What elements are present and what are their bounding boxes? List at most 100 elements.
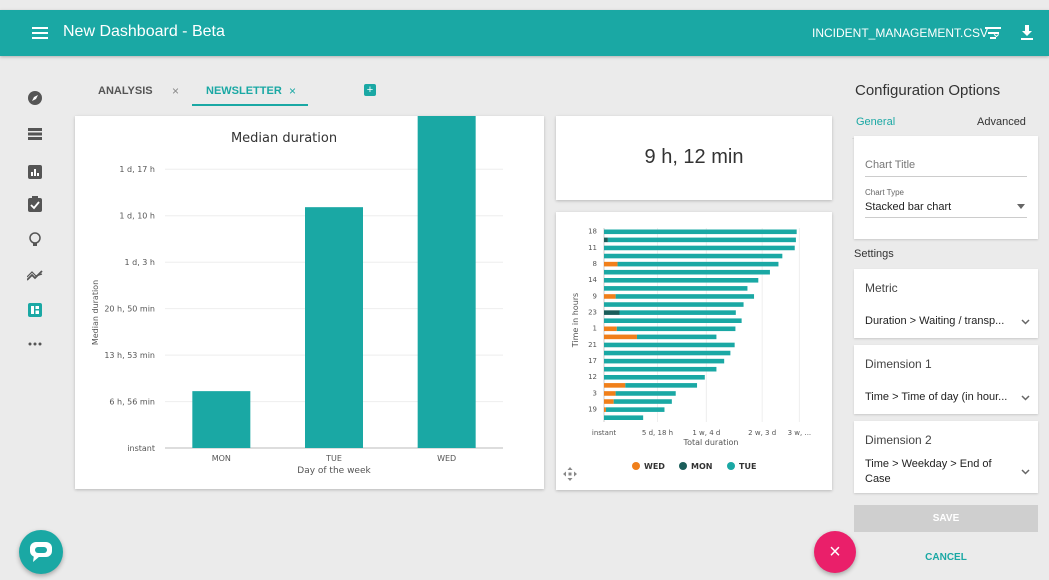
bar-chart-icon[interactable]: [26, 163, 44, 181]
y-tick-label: 21: [588, 341, 597, 349]
bar-segment: [604, 415, 644, 420]
bar-segment: [617, 261, 779, 267]
bar-segment: [604, 310, 620, 315]
total-duration-chart: instant 5 d, 18 h 1 w, 4 d 2 w, 3 d 3 w, ...…: [571, 228, 812, 471]
y-tick-label: 1: [593, 325, 597, 333]
kpi-value: 9 h, 12 min: [644, 146, 744, 168]
filter-icon[interactable]: [985, 27, 1001, 39]
bar-segment: [619, 310, 736, 315]
bar: [192, 391, 251, 448]
metric-card[interactable]: Metric Duration > Waiting / transp...: [854, 269, 1038, 338]
bar-segment: [604, 399, 614, 404]
chart-title-input[interactable]: Chart Title: [865, 159, 915, 171]
clipboard-check-icon[interactable]: [26, 195, 44, 213]
chat-button[interactable]: [19, 530, 63, 574]
save-button[interactable]: SAVE: [854, 505, 1038, 532]
more-icon[interactable]: [26, 335, 44, 353]
bar-segment: [604, 237, 608, 243]
tab-newsletter[interactable]: NEWSLETTER ×: [192, 76, 308, 106]
bar: [417, 39, 476, 449]
y-tick-label: 6 h, 56 min: [109, 398, 155, 407]
file-selector[interactable]: INCIDENT_MANAGEMENT.CSV ⌄: [812, 26, 1001, 40]
x-tick-label: TUE: [325, 454, 342, 463]
y-tick-label: 1 d, 10 h: [119, 212, 155, 221]
total-duration-chart-card: instant 5 d, 18 h 1 w, 4 d 2 w, 3 d 3 w, ...…: [556, 212, 832, 490]
chart-options-card: Chart Title Chart Type Stacked bar chart: [854, 136, 1038, 239]
x-axis-label: Day of the week: [297, 466, 371, 476]
input-underline: [865, 176, 1027, 177]
bar-segment: [605, 407, 665, 412]
chart-type-select[interactable]: Stacked bar chart: [865, 201, 951, 213]
legend-label: MON: [691, 462, 712, 471]
median-duration-chart: Median duration instant 6 h, 56 min 13 h, 5…: [91, 39, 503, 476]
kpi-card: 9 h, 12 min: [556, 116, 832, 200]
bar-segment: [604, 407, 606, 412]
chevron-down-icon: [1021, 395, 1030, 401]
bar-segment: [604, 269, 770, 275]
x-tick-label: WED: [437, 454, 456, 463]
cancel-button[interactable]: CANCEL: [854, 552, 1038, 563]
bar-segment: [615, 391, 676, 396]
dimension-2-card[interactable]: Dimension 2 Time > Weekday > End of Case: [854, 421, 1038, 493]
lightbulb-icon[interactable]: [26, 231, 44, 249]
bar-segment: [636, 334, 717, 340]
chevron-down-icon: [1021, 319, 1030, 325]
trend-icon[interactable]: [26, 267, 44, 285]
menu-icon[interactable]: [32, 24, 48, 42]
tab-label: NEWSLETTER: [206, 85, 282, 97]
legend-marker: [727, 462, 735, 470]
bar-segment: [613, 399, 672, 404]
add-tab-button[interactable]: +: [364, 84, 376, 96]
tab-analysis[interactable]: ANALYSIS ×: [98, 76, 198, 106]
legend-marker: [632, 462, 640, 470]
x-tick-label: MON: [212, 454, 231, 463]
bar-segment: [604, 358, 725, 364]
dimension-1-label: Dimension 1: [865, 357, 932, 371]
app-header: New Dashboard - Beta INCIDENT_MANAGEMENT…: [0, 10, 1049, 56]
dashboard-icon[interactable]: [26, 301, 44, 319]
x-axis-label: Total duration: [683, 438, 739, 447]
bar-segment: [604, 375, 705, 380]
bar-segment: [604, 229, 797, 235]
legend-label: WED: [644, 462, 665, 471]
x-tick-label: 2 w, 3 d: [748, 429, 776, 437]
dimension-1-card[interactable]: Dimension 1 Time > Time of day (in hour.…: [854, 345, 1038, 414]
settings-heading: Settings: [854, 248, 894, 260]
close-icon[interactable]: ×: [289, 84, 296, 98]
y-tick-label: 11: [588, 244, 597, 252]
close-fab-button[interactable]: ×: [814, 531, 856, 573]
median-duration-chart-card: Median duration instant 6 h, 56 min 13 h, 5…: [75, 39, 544, 489]
bar-segment: [604, 366, 717, 372]
select-underline: [865, 217, 1027, 218]
y-tick-label: 19: [588, 405, 597, 413]
bar-segment: [604, 286, 748, 291]
y-tick-label: 13 h, 53 min: [104, 351, 155, 360]
bar-segment: [604, 278, 759, 283]
bar-segment: [604, 383, 626, 388]
tab-advanced[interactable]: Advanced: [977, 116, 1026, 128]
dimension-1-value: Time > Time of day (in hour...: [865, 391, 1008, 403]
chevron-down-icon: [1017, 204, 1025, 209]
list-icon[interactable]: [26, 125, 44, 143]
y-axis-label: Median duration: [91, 280, 100, 345]
y-tick-label: 9: [593, 292, 597, 300]
bar-segment: [615, 294, 755, 299]
bar-segment: [604, 350, 731, 356]
chart-title: Median duration: [231, 131, 337, 146]
bar-segment: [604, 342, 735, 348]
move-icon[interactable]: [563, 467, 577, 481]
dimension-2-value-line2: Case: [865, 473, 891, 485]
tab-general[interactable]: General: [856, 116, 895, 128]
compass-icon[interactable]: [26, 89, 44, 107]
bar-segment: [604, 245, 795, 251]
page-title: New Dashboard - Beta: [63, 23, 225, 40]
x-tick-label: instant: [592, 429, 616, 437]
x-tick-label: 3 w, ...: [788, 429, 812, 437]
metric-value: Duration > Waiting / transp...: [865, 315, 1005, 327]
bar-segment: [604, 326, 617, 332]
y-tick-label: 8: [593, 260, 597, 268]
dimension-2-value-line1: Time > Weekday > End of: [865, 458, 992, 470]
bar-segment: [604, 318, 742, 323]
download-icon[interactable]: [1020, 25, 1034, 41]
close-icon[interactable]: ×: [172, 84, 179, 98]
